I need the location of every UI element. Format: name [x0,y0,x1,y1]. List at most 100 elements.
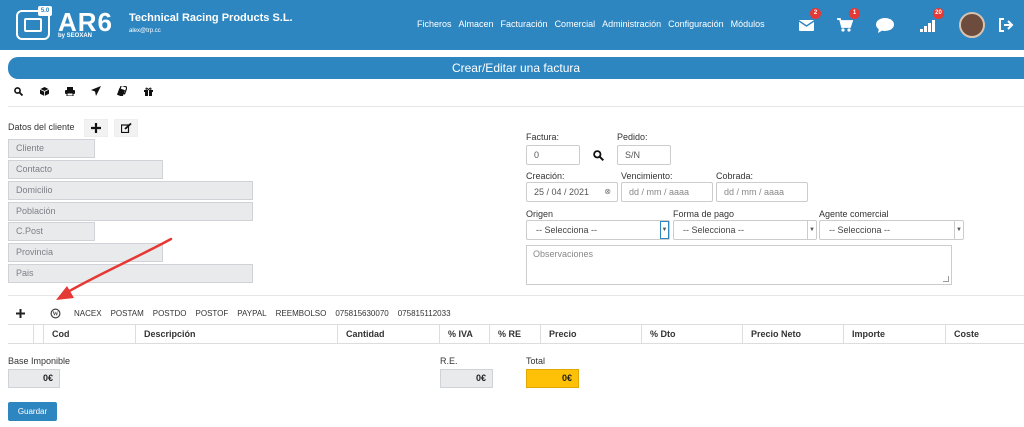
cart-count-badge: 1 [849,8,860,19]
observaciones-textarea[interactable]: Observaciones [526,245,952,285]
header-precio-neto[interactable]: Precio Neto [742,325,801,343]
send-button[interactable] [90,85,102,97]
agente-selected-value: -- Selecciona -- [829,225,891,235]
header-precio[interactable]: Precio [540,325,577,343]
sign-out-icon [999,18,1014,32]
print-button[interactable] [64,85,76,97]
agente-select[interactable]: -- Selecciona -- ▼ [819,220,964,240]
menu-item-administracion[interactable]: Administración [602,19,661,29]
header-descripcion[interactable]: Descripción [135,325,196,343]
box-button[interactable] [38,85,50,97]
resize-handle-icon[interactable] [943,276,949,282]
ship-link-postdo[interactable]: POSTDO [153,309,187,318]
header-iva[interactable]: % IVA [439,325,473,343]
user-avatar[interactable] [959,12,985,38]
client-field-provincia[interactable]: Provincia [8,243,163,262]
ship-link-paypal[interactable]: PAYPAL [237,309,266,318]
ship-link-code-1[interactable]: 075815630070 [335,309,388,318]
ship-link-reembolso[interactable]: REEMBOLSO [276,309,327,318]
agente-label: Agente comercial [819,209,889,219]
re-value: 0€ [440,369,493,388]
notifications-button[interactable]: 20 [918,8,944,36]
envelope-icon [798,19,814,31]
forma-pago-select[interactable]: -- Selecciona -- ▼ [673,220,817,240]
edit-client-button[interactable] [114,119,138,137]
header-importe[interactable]: Importe [843,325,885,343]
chevron-down-icon: ▼ [954,221,963,239]
gift-button[interactable] [142,85,154,97]
client-field-cpost[interactable]: C.Post [8,222,95,241]
creacion-label: Creación: [526,171,565,181]
svg-text:W: W [52,311,58,317]
chat-bubble-icon [876,17,894,33]
vencimiento-placeholder: dd / mm / aaaa [629,187,690,197]
add-line-button[interactable] [10,305,30,321]
wordpress-icon: W [50,308,60,318]
creacion-date-input[interactable]: 25 / 04 / 2021 ⊗ [526,182,618,202]
total-label: Total [526,356,546,366]
header-dto[interactable]: % Dto [641,325,676,343]
base-imponible-label: Base Imponible [8,356,71,366]
client-field-pais[interactable]: Pais [8,264,253,283]
client-field-cliente[interactable]: Cliente [8,139,95,158]
base-imponible-value: 0€ [8,369,60,388]
signal-count-badge: 20 [933,8,944,19]
forma-pago-label: Forma de pago [673,209,735,219]
logo-badge: 5.0 [38,6,52,16]
origen-select[interactable]: -- Selecciona -- ▼ [526,220,670,240]
save-button[interactable]: Guardar [8,402,57,421]
cube-icon [39,86,49,96]
printer-icon [65,86,75,96]
search-button[interactable] [12,85,24,97]
pedido-label: Pedido: [617,132,648,142]
menu-item-ficheros[interactable]: Ficheros [417,19,452,29]
shipping-toolbar: W NACEX POSTAM POSTDO POSTOF PAYPAL REEM… [10,305,451,321]
client-field-domicilio[interactable]: Domicilio [8,181,253,200]
edit-icon [120,123,132,133]
menu-item-comercial[interactable]: Comercial [555,19,596,29]
vencimiento-date-input[interactable]: dd / mm / aaaa [621,182,713,202]
wordpress-button[interactable]: W [45,305,65,321]
menu-item-configuracion[interactable]: Configuración [668,19,724,29]
invoice-toolbar [12,85,154,97]
duplicate-button[interactable] [116,85,128,97]
observaciones-placeholder: Observaciones [533,249,594,259]
mail-button[interactable]: 2 [795,8,821,36]
menu-item-modulos[interactable]: Módulos [731,19,765,29]
header-cantidad[interactable]: Cantidad [337,325,385,343]
header-select-column [33,325,43,343]
ship-link-nacex[interactable]: NACEX [74,309,102,318]
header-re[interactable]: % RE [489,325,521,343]
creacion-date-value: 25 / 04 / 2021 [534,187,590,197]
client-field-poblacion[interactable]: Población [8,202,253,221]
cart-button[interactable]: 1 [834,8,860,36]
search-factura-button[interactable] [586,146,610,164]
ship-link-postam[interactable]: POSTAM [111,309,144,318]
menu-item-almacen[interactable]: Almacen [459,19,494,29]
pedido-input[interactable]: S/N [617,145,671,165]
chevron-down-icon: ▼ [807,221,816,239]
cart-icon [837,18,853,32]
mail-count-badge: 2 [810,8,821,19]
forma-pago-selected-value: -- Selecciona -- [683,225,745,235]
search-icon [13,86,23,96]
chevron-down-icon: ▼ [660,221,669,239]
factura-number-input[interactable]: 0 [526,145,580,165]
logout-button[interactable] [995,14,1017,36]
invoice-lines-header: Cod Descripción Cantidad % IVA % RE Prec… [8,324,1024,344]
client-field-contacto[interactable]: Contacto [8,160,163,179]
clear-date-icon[interactable]: ⊗ [604,183,611,201]
ship-link-code-2[interactable]: 075815112033 [398,309,451,318]
cobrada-date-input[interactable]: dd / mm / aaaa [716,182,808,202]
chat-button[interactable] [874,14,896,36]
company-name: Technical Racing Products S.L. [129,12,293,24]
cobrada-label: Cobrada: [716,171,754,181]
menu-item-facturacion[interactable]: Facturación [501,19,548,29]
add-client-button[interactable] [84,119,108,137]
header-coste[interactable]: Coste [945,325,979,343]
app-logo-icon[interactable]: 5.0 [16,6,52,40]
header-cod[interactable]: Cod [43,325,70,343]
client-section-label: Datos del cliente [8,122,75,132]
total-value: 0€ [526,369,579,388]
ship-link-postof[interactable]: POSTOF [196,309,229,318]
